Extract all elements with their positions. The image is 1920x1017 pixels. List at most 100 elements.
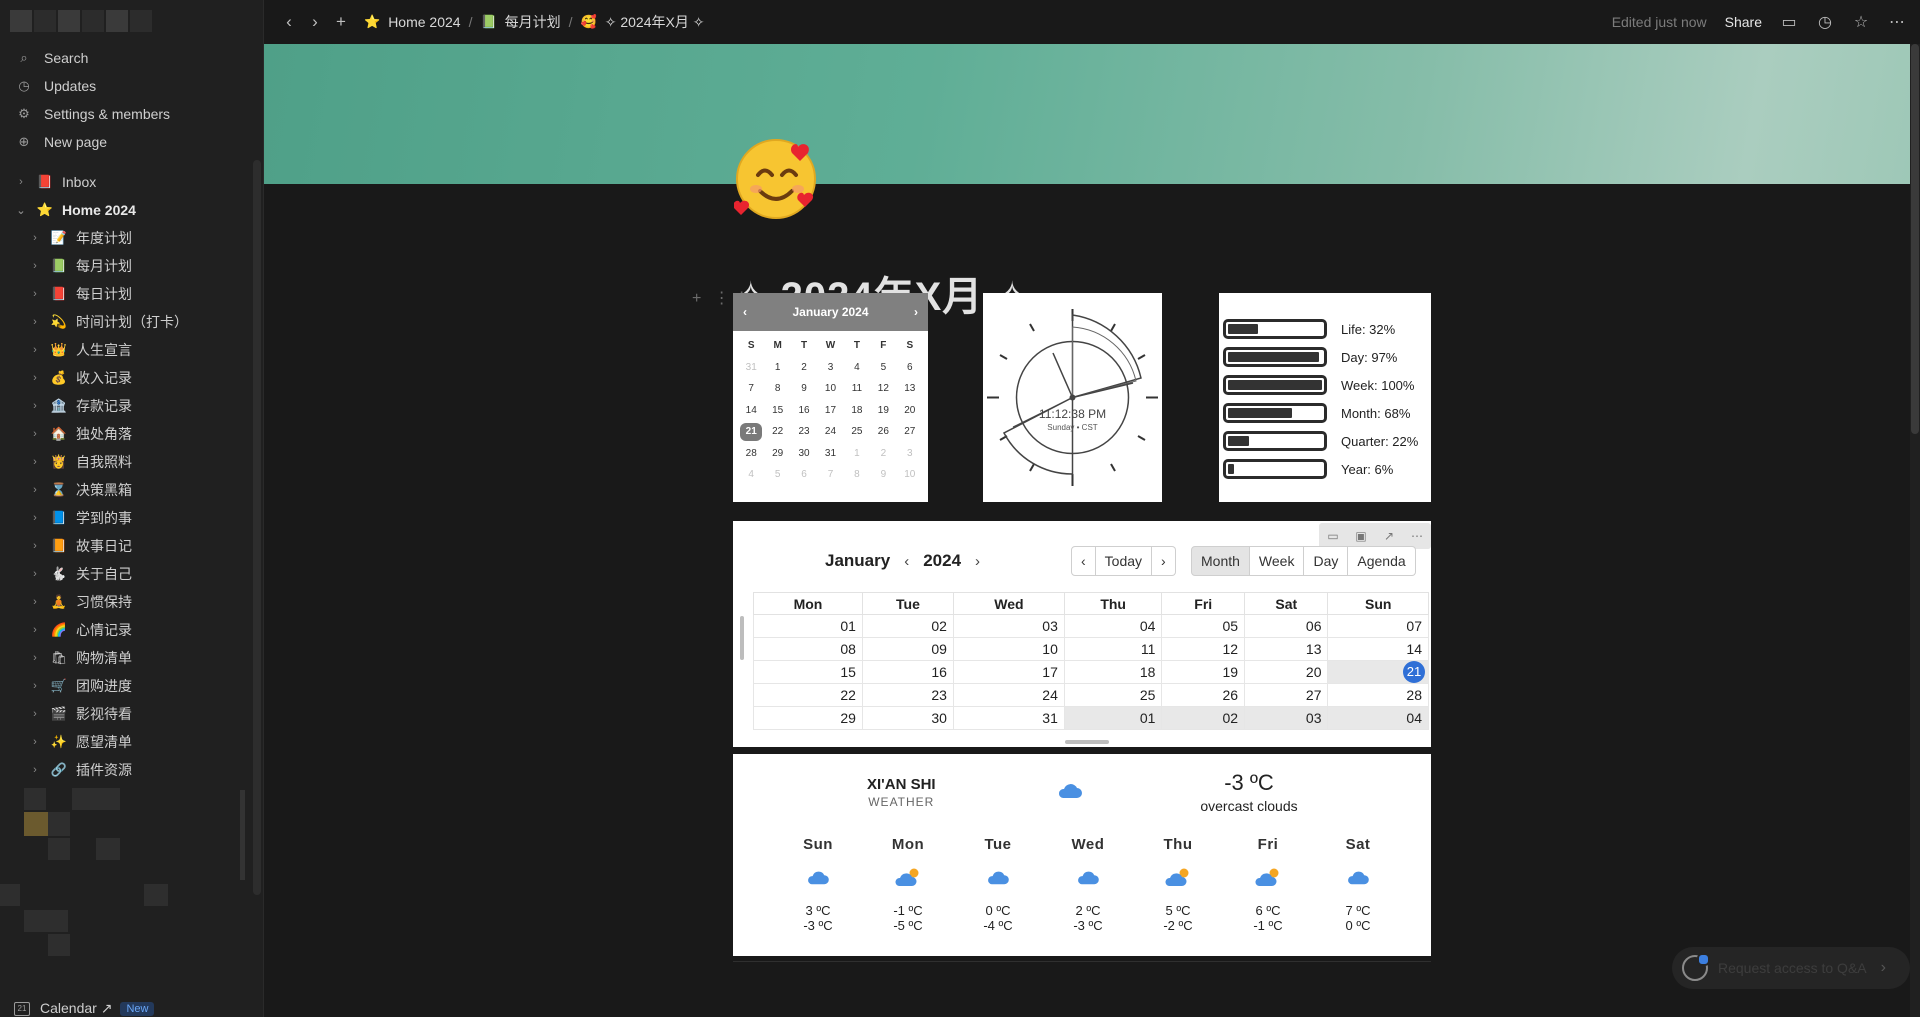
calendar-day[interactable]: 5 bbox=[870, 357, 896, 379]
chevron-right-icon[interactable]: › bbox=[28, 736, 42, 748]
day-cell[interactable]: 31 bbox=[952, 706, 1065, 730]
sidebar-item-new-page[interactable]: ⊕ New page bbox=[0, 128, 263, 156]
day-cell[interactable]: 28 bbox=[1327, 683, 1429, 707]
chevron-right-icon[interactable]: › bbox=[28, 540, 42, 552]
calendar-day[interactable]: 27 bbox=[897, 421, 923, 443]
calendar-day[interactable]: 31 bbox=[817, 443, 843, 465]
sidebar-item-page[interactable]: › 💰 收入记录 bbox=[0, 364, 263, 392]
sidebar-scroll-thumb[interactable] bbox=[240, 790, 245, 880]
calendar-day[interactable]: 8 bbox=[764, 378, 790, 400]
sidebar-item-settings[interactable]: ⚙ Settings & members bbox=[0, 100, 263, 128]
calendar-day[interactable]: 25 bbox=[844, 421, 870, 443]
chevron-right-icon[interactable]: › bbox=[28, 316, 42, 328]
calendar-day[interactable]: 1 bbox=[844, 443, 870, 465]
sidebar-item-page[interactable]: › 🔗 插件资源 bbox=[0, 756, 263, 784]
calendar-day[interactable]: 1 bbox=[764, 357, 790, 379]
calendar-day[interactable]: 2 bbox=[791, 357, 817, 379]
sidebar-item-page[interactable]: › 📕 每日计划 bbox=[0, 280, 263, 308]
sidebar-item-calendar[interactable]: 21 Calendar ↗ New bbox=[14, 1000, 155, 1017]
day-cell[interactable]: 27 bbox=[1244, 683, 1329, 707]
sidebar-item-page[interactable]: › 🛍 购物清单 bbox=[0, 644, 263, 672]
chevron-left-icon[interactable]: ‹ bbox=[743, 305, 747, 319]
chevron-right-icon[interactable]: › bbox=[28, 288, 42, 300]
day-cell[interactable]: 13 bbox=[1244, 637, 1329, 661]
sidebar-item-home-2024[interactable]: ⌄ ⭐ Home 2024 bbox=[0, 196, 263, 224]
sidebar-item-page[interactable]: › 💫 时间计划（打卡） bbox=[0, 308, 263, 336]
sidebar-item-page[interactable]: › 👑 人生宣言 bbox=[0, 336, 263, 364]
calendar-day[interactable]: 15 bbox=[764, 400, 790, 422]
chevron-right-icon[interactable]: › bbox=[28, 708, 42, 720]
prev-button[interactable]: ‹ bbox=[1071, 546, 1096, 576]
chevron-right-icon[interactable]: › bbox=[28, 260, 42, 272]
calendar-day[interactable]: 20 bbox=[897, 400, 923, 422]
sidebar-item-page[interactable]: › 🐇 关于自己 bbox=[0, 560, 263, 588]
calendar-day[interactable]: 23 bbox=[791, 421, 817, 443]
day-cell[interactable]: 23 bbox=[861, 683, 954, 707]
calendar-day[interactable]: 4 bbox=[844, 357, 870, 379]
chevron-right-icon[interactable]: › bbox=[28, 232, 42, 244]
day-cell[interactable]: 03 bbox=[952, 614, 1065, 638]
sidebar-item-page[interactable]: › 📘 学到的事 bbox=[0, 504, 263, 532]
calendar-day[interactable]: 12 bbox=[870, 378, 896, 400]
chevron-right-icon[interactable]: › bbox=[28, 512, 42, 524]
mini-calendar-widget[interactable]: ‹ January 2024 › S M T W T F S 31 1 2 3 4 5 6 7 8 9 10 11 1… bbox=[733, 293, 928, 502]
day-cell[interactable]: 02 bbox=[1161, 706, 1246, 730]
workspace-switcher[interactable] bbox=[10, 10, 180, 36]
calendar-day[interactable]: 13 bbox=[897, 378, 923, 400]
calendar-day[interactable]: 6 bbox=[791, 464, 817, 486]
calendar-day[interactable]: 18 bbox=[844, 400, 870, 422]
calendar-day[interactable]: 30 bbox=[791, 443, 817, 465]
calendar-month[interactable]: January bbox=[825, 551, 890, 571]
chevron-right-icon[interactable]: › bbox=[975, 553, 980, 570]
chevron-right-icon[interactable]: › bbox=[14, 176, 28, 188]
view-day-button[interactable]: Day bbox=[1304, 546, 1349, 576]
sidebar-item-page[interactable]: › 🛒 团购进度 bbox=[0, 672, 263, 700]
calendar-day[interactable]: 4 bbox=[738, 464, 764, 486]
day-cell[interactable]: 20 bbox=[1244, 660, 1329, 684]
day-cell[interactable]: 25 bbox=[1063, 683, 1163, 707]
calendar-year[interactable]: 2024 bbox=[923, 551, 961, 571]
calendar-day[interactable]: 16 bbox=[791, 400, 817, 422]
view-week-button[interactable]: Week bbox=[1249, 546, 1305, 576]
sidebar-item-page[interactable]: › ✨ 愿望清单 bbox=[0, 728, 263, 756]
calendar-day[interactable]: 28 bbox=[738, 443, 764, 465]
day-cell[interactable]: 06 bbox=[1244, 614, 1329, 638]
day-cell[interactable]: 04 bbox=[1327, 706, 1429, 730]
day-cell[interactable]: 07 bbox=[1327, 614, 1429, 638]
day-cell[interactable]: 01 bbox=[753, 614, 863, 638]
chevron-right-icon[interactable]: › bbox=[28, 680, 42, 692]
chevron-right-icon[interactable]: › bbox=[28, 484, 42, 496]
chevron-right-icon[interactable]: › bbox=[28, 344, 42, 356]
calendar-day[interactable]: 29 bbox=[764, 443, 790, 465]
day-cell[interactable]: 21 bbox=[1327, 660, 1429, 684]
sidebar-item-page[interactable]: › 🧘 习惯保持 bbox=[0, 588, 263, 616]
day-cell[interactable]: 03 bbox=[1244, 706, 1329, 730]
resize-handle-left[interactable] bbox=[740, 616, 744, 660]
calendar-day[interactable]: 22 bbox=[764, 421, 790, 443]
sidebar-item-page[interactable]: › 📙 故事日记 bbox=[0, 532, 263, 560]
calendar-day[interactable]: 3 bbox=[817, 357, 843, 379]
calendar-day[interactable]: 11 bbox=[844, 378, 870, 400]
calendar-day[interactable]: 21 bbox=[738, 421, 764, 443]
calendar-day[interactable]: 2 bbox=[870, 443, 896, 465]
chevron-right-icon[interactable]: › bbox=[28, 764, 42, 776]
calendar-day[interactable]: 8 bbox=[844, 464, 870, 486]
day-cell[interactable]: 29 bbox=[753, 706, 863, 730]
sidebar-item-updates[interactable]: ◷ Updates bbox=[0, 72, 263, 100]
sidebar-item-page[interactable]: › 🏦 存款记录 bbox=[0, 392, 263, 420]
qa-button[interactable]: Request access to Q&A › bbox=[1672, 947, 1910, 989]
day-cell[interactable]: 09 bbox=[861, 637, 954, 661]
sidebar-scrollbar[interactable] bbox=[253, 160, 261, 895]
day-cell[interactable]: 17 bbox=[952, 660, 1065, 684]
today-button[interactable]: Today bbox=[1095, 546, 1153, 576]
day-cell[interactable]: 04 bbox=[1063, 614, 1163, 638]
calendar-day[interactable]: 6 bbox=[897, 357, 923, 379]
chevron-right-icon[interactable]: › bbox=[28, 568, 42, 580]
chevron-right-icon[interactable]: › bbox=[28, 428, 42, 440]
sidebar-item-page[interactable]: › 🏠 独处角落 bbox=[0, 420, 263, 448]
view-month-button[interactable]: Month bbox=[1191, 546, 1250, 576]
sidebar-item-page[interactable]: › 📝 年度计划 bbox=[0, 224, 263, 252]
calendar-day[interactable]: 7 bbox=[738, 378, 764, 400]
day-cell[interactable]: 19 bbox=[1161, 660, 1246, 684]
calendar-day[interactable]: 9 bbox=[791, 378, 817, 400]
